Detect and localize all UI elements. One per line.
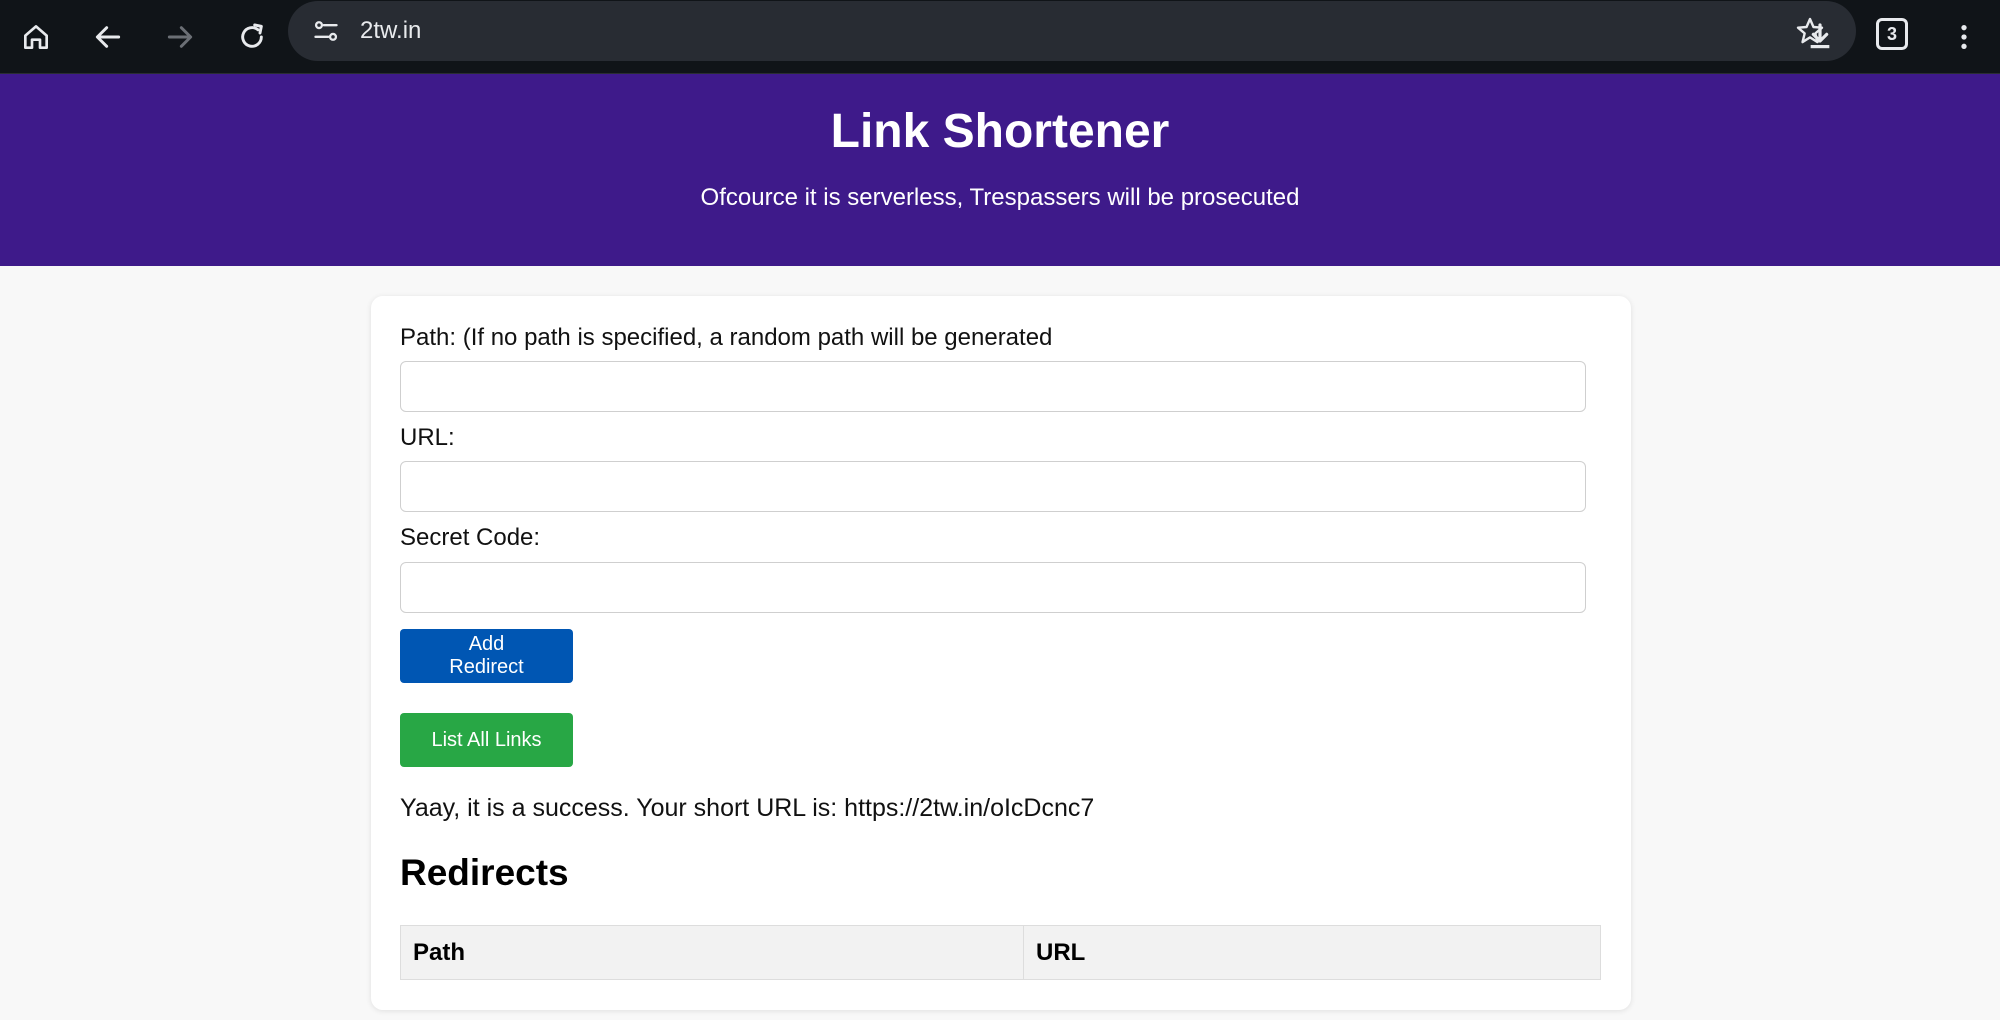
- address-bar[interactable]: 2tw.in: [288, 1, 1856, 61]
- path-label: Path: (If no path is specified, a random…: [400, 324, 1053, 351]
- forward-icon: [167, 26, 193, 48]
- back-icon: [95, 26, 121, 48]
- add-redirect-button[interactable]: Add Redirect: [400, 629, 573, 683]
- redirects-table: Path URL: [400, 925, 1601, 980]
- back-button[interactable]: [84, 13, 132, 61]
- secret-code-label: Secret Code:: [400, 524, 541, 551]
- redirects-heading: Redirects: [400, 852, 569, 893]
- home-icon: [24, 25, 48, 49]
- page-title: Link Shortener: [830, 105, 1170, 158]
- success-message: Yaay, it is a success. Your short URL is…: [400, 794, 1095, 822]
- url-label: URL:: [400, 424, 455, 451]
- reload-icon: [241, 23, 263, 48]
- column-header-path: Path: [400, 925, 1024, 980]
- browser-toolbar: 2tw.in 3: [0, 0, 2000, 74]
- shortener-card: Path: (If no path is specified, a random…: [371, 296, 1631, 1010]
- page-subtitle: Ofcource it is serverless, Trespassers w…: [700, 184, 1300, 211]
- column-header-url: URL: [1023, 925, 1601, 980]
- path-input[interactable]: [400, 361, 1586, 412]
- tab-switcher-icon[interactable]: 3: [1876, 18, 1908, 50]
- secret-code-input[interactable]: [400, 562, 1586, 613]
- list-all-links-button[interactable]: List All Links: [400, 713, 573, 767]
- page-header: Link Shortener Ofcource it is serverless…: [0, 74, 2000, 266]
- address-text[interactable]: 2tw.in: [360, 1, 421, 61]
- forward-button[interactable]: [156, 13, 204, 61]
- download-icon: [1810, 23, 1830, 49]
- table-header-row: Path URL: [400, 925, 1601, 980]
- menu-button[interactable]: [1940, 13, 1988, 61]
- menu-icon: [1961, 25, 1967, 49]
- reload-button[interactable]: [228, 13, 276, 61]
- url-input[interactable]: [400, 461, 1586, 512]
- home-button[interactable]: [12, 13, 60, 61]
- site-settings-icon[interactable]: [312, 17, 340, 45]
- download-button[interactable]: [1796, 13, 1844, 61]
